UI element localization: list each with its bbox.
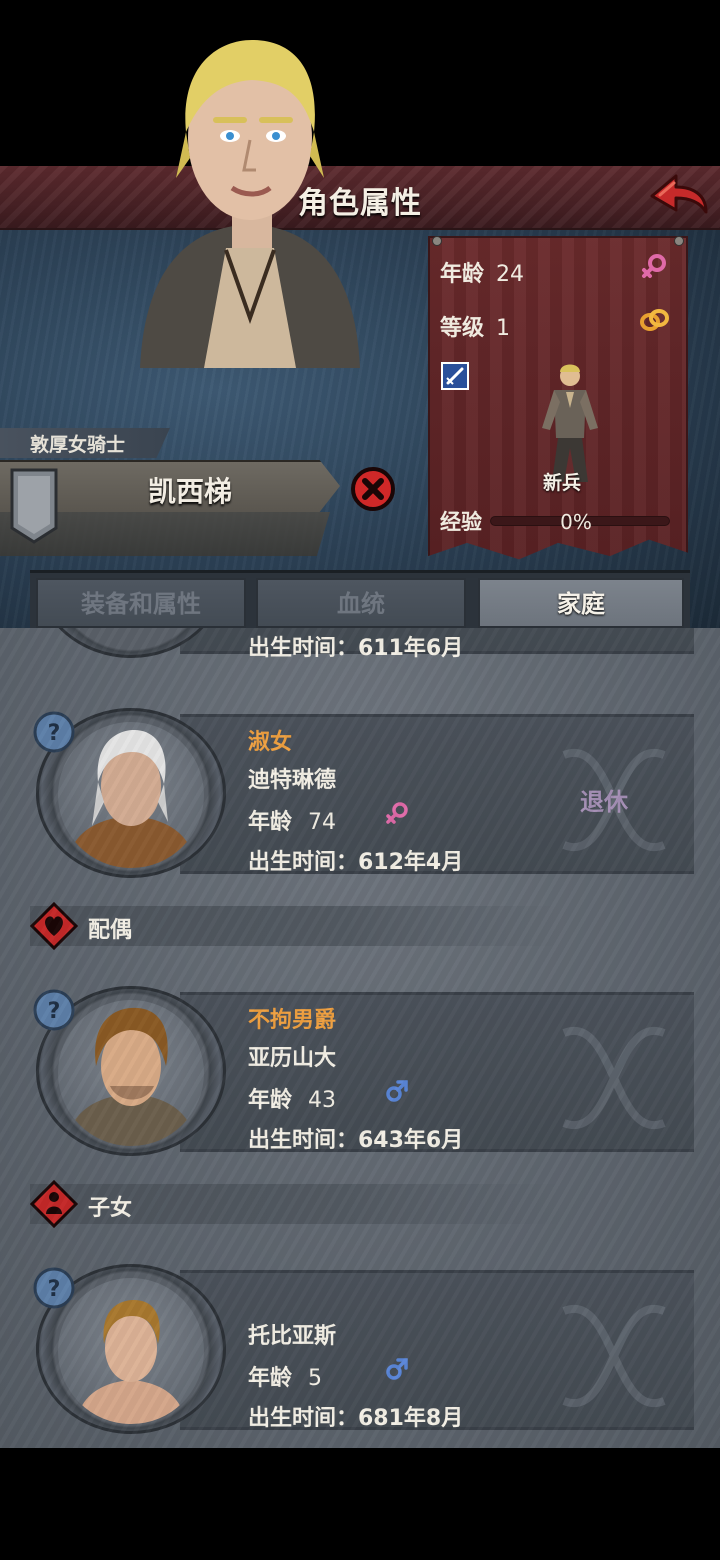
help-icon[interactable]: ? xyxy=(32,710,76,754)
member-name: 亚历山大 xyxy=(248,1046,337,1071)
level-stat: 等级 1 xyxy=(440,310,510,342)
noble-title: 不拘男爵 xyxy=(248,1008,337,1033)
celtic-knot-icon xyxy=(562,1304,666,1408)
member-age: 年龄 74 xyxy=(248,804,336,836)
birth-date: 出生时间：681年8月 xyxy=(248,1406,464,1431)
svg-text:?: ? xyxy=(48,999,61,1024)
sword-skill-icon[interactable] xyxy=(441,362,469,390)
female-icon xyxy=(386,802,408,824)
member-age: 年龄 5 xyxy=(248,1360,322,1392)
age-label: 年龄 xyxy=(248,1366,293,1391)
male-icon xyxy=(386,1080,408,1102)
age-stat: 年龄 24 xyxy=(440,256,524,288)
family-card-mother[interactable]: ? 淑女 迪特琳德 年龄 74 出生时间：612年4月 退休 xyxy=(30,708,694,878)
wedding-rings-icon xyxy=(640,309,669,331)
member-name: 迪特琳德 xyxy=(248,768,337,793)
spouse-portrait xyxy=(58,1000,204,1146)
tab-lineage[interactable]: 血统 xyxy=(256,578,466,628)
tab-equipment[interactable]: 装备和属性 xyxy=(36,578,246,628)
back-arrow-icon xyxy=(650,174,708,214)
family-list[interactable]: 出生时间：611年6月 ? 淑女 迪特琳德 年龄 74 出生时间：612年4月 … xyxy=(0,628,720,1448)
birth-date: 出生时间：611年6月 xyxy=(248,636,464,661)
exp-label: 经验 xyxy=(440,510,482,534)
section-label-spouse: 配偶 xyxy=(88,918,133,943)
celtic-knot-icon xyxy=(562,1026,666,1130)
family-card-child[interactable]: ? 托比亚斯 年龄 5 出生时间：681年8月 xyxy=(30,1264,694,1434)
exp-percent: 0% xyxy=(560,510,592,534)
back-button[interactable] xyxy=(646,170,710,226)
member-name: 托比亚斯 xyxy=(248,1324,337,1349)
age-label: 年龄 xyxy=(248,810,293,835)
noble-title: 淑女 xyxy=(248,730,293,755)
character-portrait xyxy=(140,40,360,368)
bottom-bar xyxy=(0,1448,720,1560)
age-value: 43 xyxy=(308,1088,337,1113)
class-name: 新兵 xyxy=(542,472,581,494)
level-value: 1 xyxy=(496,316,511,341)
rank-title: 敦厚女骑士 xyxy=(30,434,126,456)
section-label-children: 子女 xyxy=(88,1196,133,1221)
age-value: 24 xyxy=(496,262,525,287)
child-portrait xyxy=(58,1278,204,1424)
rivet xyxy=(674,236,684,246)
character-name: 凯西梯 xyxy=(147,475,232,508)
rivet xyxy=(432,236,442,246)
mother-portrait xyxy=(58,722,204,868)
male-icon xyxy=(386,1358,408,1380)
svg-text:?: ? xyxy=(48,721,61,746)
family-card-spouse[interactable]: ? 不拘男爵 亚历山大 年龄 43 出生时间：643年6月 xyxy=(30,986,694,1156)
dismiss-icon[interactable] xyxy=(350,466,396,512)
child-icon xyxy=(30,1180,78,1228)
retired-status: 退休 xyxy=(580,788,628,816)
member-age: 年龄 43 xyxy=(248,1082,336,1114)
tab-family[interactable]: 家庭 xyxy=(478,578,684,628)
svg-text:?: ? xyxy=(48,1277,61,1302)
age-value: 5 xyxy=(308,1366,323,1391)
birth-date: 出生时间：612年4月 xyxy=(248,850,464,875)
family-card-partial: 出生时间：611年6月 xyxy=(30,628,694,661)
help-icon[interactable]: ? xyxy=(32,988,76,1032)
age-value: 74 xyxy=(308,810,337,835)
age-label: 年龄 xyxy=(248,1088,293,1113)
help-icon[interactable]: ? xyxy=(32,1266,76,1310)
shield-icon[interactable] xyxy=(8,466,60,544)
age-label: 年龄 xyxy=(440,262,485,287)
female-icon xyxy=(642,254,666,278)
heart-icon xyxy=(30,902,78,950)
level-label: 等级 xyxy=(440,316,485,341)
birth-date: 出生时间：643年6月 xyxy=(248,1128,464,1153)
